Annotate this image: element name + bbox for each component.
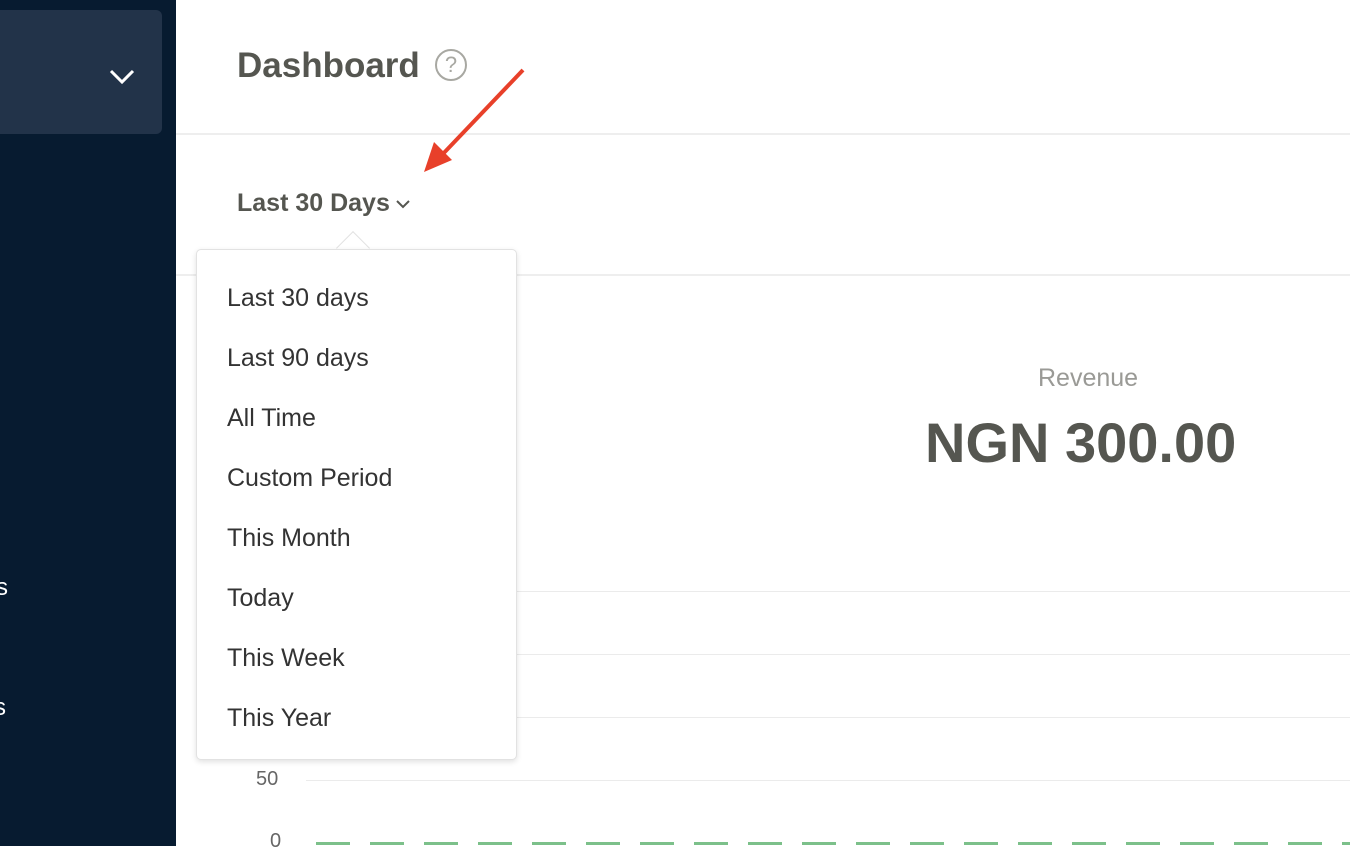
period-selected: Last 30 Days (237, 189, 390, 217)
revenue-label: Revenue (1038, 364, 1139, 392)
sidebar: s s (0, 0, 176, 846)
period-dropdown-menu: Last 30 days Last 90 days All Time Custo… (196, 249, 517, 760)
y-tick: 50 (256, 768, 279, 790)
account-switcher[interactable] (0, 10, 162, 134)
sidebar-item[interactable]: s (0, 694, 6, 722)
menu-item-custom-period[interactable]: Custom Period (227, 464, 392, 493)
menu-item-this-month[interactable]: This Month (227, 524, 351, 553)
menu-item-all-time[interactable]: All Time (227, 404, 316, 433)
menu-item-last-30-days[interactable]: Last 30 days (227, 284, 369, 313)
chevron-down-icon (109, 69, 135, 85)
revenue-line (316, 842, 1350, 845)
help-icon[interactable]: ? (435, 49, 467, 81)
y-tick: 0 (270, 830, 282, 852)
period-dropdown-toggle[interactable]: Last 30 Days (237, 189, 410, 218)
gridline (306, 780, 1350, 781)
menu-item-last-90-days[interactable]: Last 90 days (227, 344, 369, 373)
menu-item-today[interactable]: Today (227, 584, 294, 613)
divider (176, 133, 1350, 135)
menu-item-this-year[interactable]: This Year (227, 704, 331, 733)
revenue-value: NGN 300.00 (925, 411, 1237, 474)
page-title: Dashboard (237, 46, 420, 85)
chevron-down-icon (396, 200, 410, 209)
menu-item-this-week[interactable]: This Week (227, 644, 345, 673)
sidebar-item[interactable]: s (0, 574, 8, 602)
